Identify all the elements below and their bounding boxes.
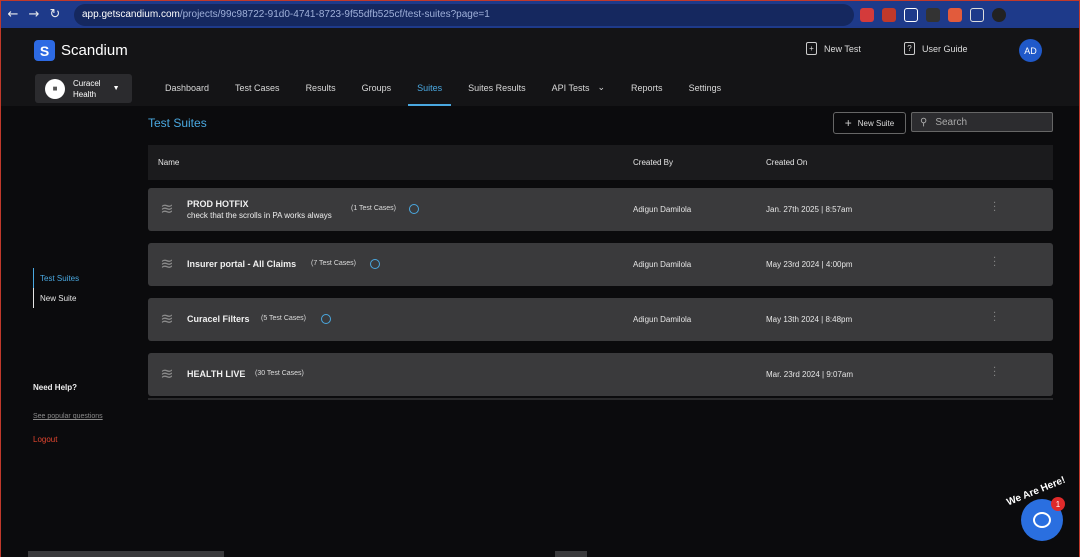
new-suite-button[interactable]: + New Suite [833, 112, 906, 134]
search-box[interactable]: ⚲ [911, 112, 1053, 132]
user-guide-label: User Guide [922, 43, 968, 54]
logout-link[interactable]: Logout [33, 435, 57, 444]
page-title: Test Suites [148, 116, 207, 130]
layers-icon: ≋ [160, 363, 174, 383]
new-test-label: New Test [824, 43, 861, 54]
profile-icon[interactable] [992, 7, 1006, 22]
logo[interactable]: S Scandium [34, 40, 128, 61]
extension-icon[interactable] [904, 7, 918, 22]
address-bar[interactable]: app.getscandium.com/projects/99c98722-91… [74, 3, 854, 26]
sidebar: Test Suites New Suite [33, 268, 79, 308]
caret-down-icon: ▼ [112, 85, 120, 92]
popular-questions-link[interactable]: See popular questions [33, 413, 103, 420]
new-file-icon: + [806, 42, 817, 55]
org-name-line1: Curacel [73, 78, 101, 88]
test-case-count: (1 Test Cases) [351, 205, 396, 212]
column-created-on: Created On [766, 158, 808, 167]
extensions [860, 7, 1006, 22]
tab-api-tests-label: API Tests [551, 83, 590, 93]
clock-icon[interactable] [370, 259, 380, 269]
new-suite-label: New Suite [857, 118, 895, 128]
bottom-bar [555, 551, 587, 557]
extension-icon[interactable] [882, 7, 896, 22]
plus-icon: + [844, 116, 852, 130]
search-input[interactable] [935, 116, 1046, 128]
table-row[interactable]: ≋ PROD HOTFIX (1 Test Cases) check that … [148, 188, 1053, 231]
suite-name[interactable]: HEALTH LIVE [187, 369, 245, 379]
created-by: Adigun Damilola [633, 205, 692, 214]
search-icon: ⚲ [920, 116, 928, 128]
more-options-icon[interactable]: · · · [993, 364, 996, 382]
org-switcher[interactable]: ■ Curacel Health ▼ [35, 74, 132, 103]
help-heading: Need Help? [33, 383, 78, 392]
extension-icon[interactable] [948, 7, 962, 22]
created-by: Adigun Damilola [633, 315, 692, 324]
puzzle-icon[interactable] [970, 7, 984, 22]
top-navigation: S Scandium + New Test ? User Guide AD ■ … [1, 28, 1079, 106]
test-case-count: (5 Test Cases) [261, 315, 306, 322]
tab-api-tests[interactable]: API Tests ⌄ [543, 78, 614, 106]
reload-icon[interactable]: ↻ [46, 6, 64, 24]
brand-name: Scandium [61, 42, 128, 59]
url-host: app.getscandium.com [82, 9, 180, 20]
main-tabs: Dashboard Test Cases Results Groups Suit… [156, 78, 738, 106]
suite-description: check that the scrolls in PA works alway… [187, 211, 332, 220]
sidebar-item-test-suites[interactable]: Test Suites [33, 268, 79, 288]
suite-name[interactable]: Insurer portal - All Claims [187, 259, 296, 269]
extension-icon[interactable] [860, 7, 874, 22]
tab-results[interactable]: Results [297, 78, 345, 106]
suite-name[interactable]: Curacel Filters [187, 314, 250, 324]
test-case-count: (7 Test Cases) [311, 260, 356, 267]
column-created-by: Created By [633, 158, 674, 167]
tab-test-cases[interactable]: Test Cases [226, 78, 289, 106]
tab-dashboard[interactable]: Dashboard [156, 78, 218, 106]
back-icon[interactable]: ← [4, 6, 22, 24]
more-options-icon[interactable]: · · · [993, 254, 996, 272]
created-on: May 13th 2024 | 8:48pm [766, 315, 853, 324]
column-name: Name [158, 158, 180, 167]
help-icon: ? [904, 42, 915, 55]
org-icon: ■ [45, 78, 65, 99]
tab-suites[interactable]: Suites [408, 78, 452, 106]
table-divider [148, 398, 1053, 400]
clock-icon[interactable] [321, 314, 331, 324]
app: S Scandium + New Test ? User Guide AD ■ … [0, 28, 1080, 557]
created-on: May 23rd 2024 | 4:00pm [766, 260, 853, 269]
tab-reports[interactable]: Reports [622, 78, 672, 106]
test-case-count: (30 Test Cases) [255, 370, 304, 377]
tab-groups[interactable]: Groups [353, 78, 401, 106]
clock-icon[interactable] [409, 204, 419, 214]
layers-icon: ≋ [160, 308, 174, 328]
browser-toolbar: ← → ↻ app.getscandium.com/projects/99c98… [0, 0, 1080, 28]
created-on: Mar. 23rd 2024 | 9:07am [766, 370, 854, 379]
more-options-icon[interactable]: · · · [993, 199, 996, 217]
url-path: /projects/99c98722-91d0-4741-8723-9f55df… [179, 9, 490, 20]
tab-settings[interactable]: Settings [680, 78, 731, 106]
chevron-down-icon: ⌄ [597, 83, 606, 93]
layers-icon: ≋ [160, 198, 174, 218]
bottom-bar [28, 551, 224, 557]
chat-bubble-icon [1033, 512, 1051, 528]
user-guide-button[interactable]: ? User Guide [904, 42, 968, 55]
notification-badge: 1 [1051, 497, 1065, 511]
table-header: Name Created By Created On [148, 145, 1053, 180]
suite-name[interactable]: PROD HOTFIX [187, 199, 249, 209]
sidebar-item-new-suite[interactable]: New Suite [33, 288, 79, 308]
org-name-line2: Health [73, 89, 97, 99]
tab-suites-results[interactable]: Suites Results [459, 78, 535, 106]
avatar[interactable]: AD [1019, 39, 1042, 62]
forward-icon[interactable]: → [25, 6, 43, 24]
extension-icon[interactable] [926, 7, 940, 22]
created-on: Jan. 27th 2025 | 8:57am [766, 205, 853, 214]
scandium-logo-icon: S [34, 40, 55, 61]
more-options-icon[interactable]: · · · [993, 309, 996, 327]
created-by: Adigun Damilola [633, 260, 692, 269]
new-test-button[interactable]: + New Test [806, 42, 861, 55]
table-row[interactable]: ≋ HEALTH LIVE (30 Test Cases) Mar. 23rd … [148, 353, 1053, 396]
table-row[interactable]: ≋ Curacel Filters (5 Test Cases) Adigun … [148, 298, 1053, 341]
org-name: Curacel Health [73, 78, 101, 100]
table-row[interactable]: ≋ Insurer portal - All Claims (7 Test Ca… [148, 243, 1053, 286]
layers-icon: ≋ [160, 253, 174, 273]
